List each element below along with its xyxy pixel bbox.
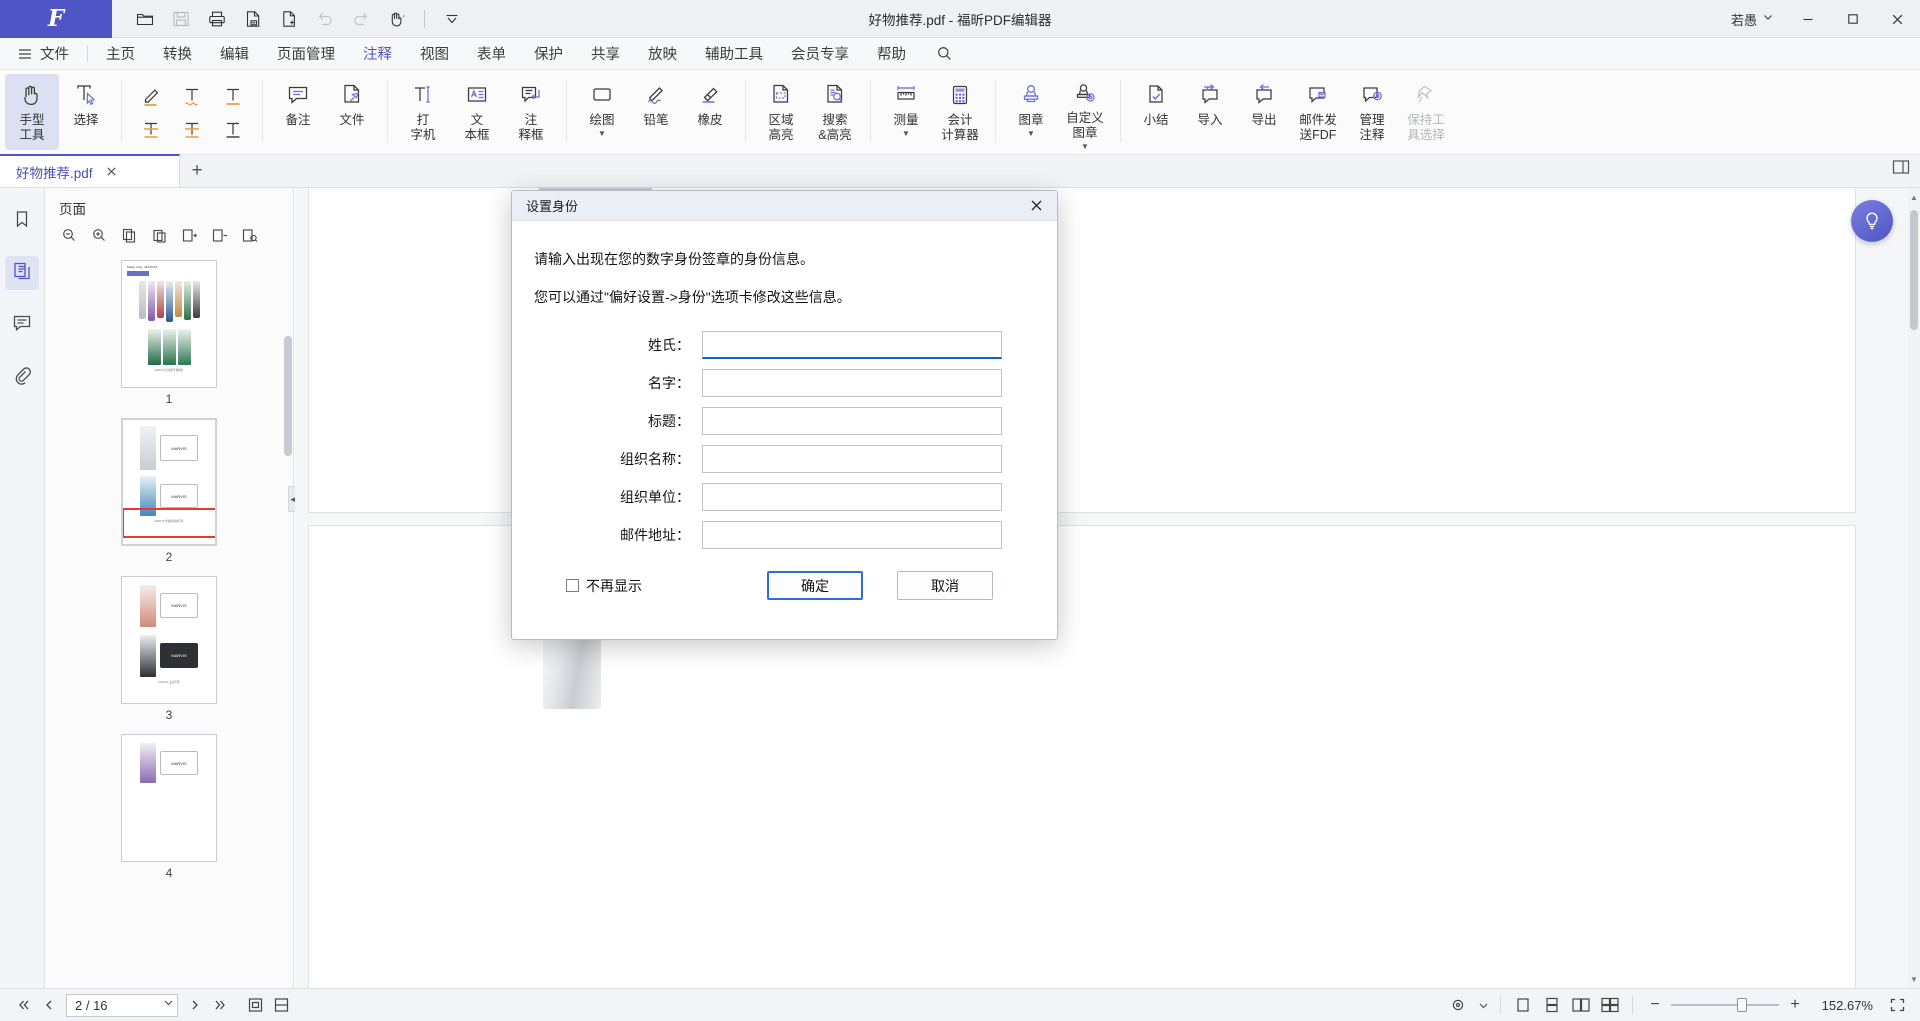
dont-show-again-checkbox[interactable]: 不再显示 xyxy=(566,576,642,596)
status-divider xyxy=(1500,996,1501,1014)
input-lastname[interactable] xyxy=(702,331,1002,359)
dialog-title: 设置身份 xyxy=(526,199,579,214)
form-row-email: 邮件地址： xyxy=(534,521,1031,549)
dialog-title-bar: 设置身份 xyxy=(512,191,1057,221)
input-firstname[interactable] xyxy=(702,369,1002,397)
first-page-icon[interactable] xyxy=(10,992,36,1018)
label-lastname: 姓氏： xyxy=(648,337,690,353)
zoom-out-button[interactable]: − xyxy=(1642,992,1668,1018)
zoom-level-value[interactable]: 152.67% xyxy=(1811,998,1873,1013)
label-org-unit: 组织单位： xyxy=(620,489,690,505)
facing-continuous-icon[interactable] xyxy=(1597,992,1623,1018)
input-org-name[interactable] xyxy=(702,445,1002,473)
page-dropdown-icon[interactable] xyxy=(162,996,175,1014)
fit-width-icon[interactable] xyxy=(268,992,294,1018)
fullscreen-icon[interactable] xyxy=(1884,992,1910,1018)
page-number-value: 2 / 16 xyxy=(75,997,108,1013)
zoom-slider[interactable] xyxy=(1671,997,1779,1013)
ok-button[interactable]: 确定 xyxy=(767,571,863,600)
form-row-title: 标题： xyxy=(534,407,1031,435)
modal-overlay: 设置身份 请输入出现在您的数字身份签章的身份信息。 您可以通过"偏好设置->身份… xyxy=(0,0,1920,1021)
form-row-lastname: 姓氏： xyxy=(534,331,1031,359)
continuous-page-icon[interactable] xyxy=(1539,992,1565,1018)
dialog-buttons: 确定 取消 xyxy=(767,571,1005,600)
next-page-icon[interactable] xyxy=(182,992,208,1018)
form-row-org-unit: 组织单位： xyxy=(534,483,1031,511)
zoom-slider-knob[interactable] xyxy=(1737,998,1747,1012)
rotate-view-icon[interactable] xyxy=(1446,992,1472,1018)
label-email: 邮件地址： xyxy=(620,527,690,543)
prev-page-icon[interactable] xyxy=(36,992,62,1018)
close-icon[interactable] xyxy=(1021,194,1051,218)
form-row-firstname: 名字： xyxy=(534,369,1031,397)
label-title: 标题： xyxy=(648,413,690,429)
single-page-icon[interactable] xyxy=(1510,992,1536,1018)
input-title[interactable] xyxy=(702,407,1002,435)
rotate-dropdown-icon[interactable] xyxy=(1475,992,1491,1018)
status-divider xyxy=(1632,996,1633,1014)
dialog-paragraph-2: 您可以通过"偏好设置->身份"选项卡修改这些信息。 xyxy=(534,289,851,305)
dialog-footer: 不再显示 确定 取消 xyxy=(534,559,1031,600)
checkbox-box[interactable] xyxy=(566,579,579,592)
label-org-name: 组织名称： xyxy=(620,451,690,467)
input-org-unit[interactable] xyxy=(702,483,1002,511)
fit-page-icon[interactable] xyxy=(242,992,268,1018)
form-row-org-name: 组织名称： xyxy=(534,445,1031,473)
facing-page-icon[interactable] xyxy=(1568,992,1594,1018)
dialog-body: 请输入出现在您的数字身份签章的身份信息。 您可以通过"偏好设置->身份"选项卡修… xyxy=(512,221,1057,639)
page-number-box[interactable]: 2 / 16 xyxy=(66,993,178,1017)
input-email[interactable] xyxy=(702,521,1002,549)
set-identity-dialog: 设置身份 请输入出现在您的数字身份签章的身份信息。 您可以通过"偏好设置->身份… xyxy=(511,190,1058,640)
status-bar: 2 / 16 − + 152.67% xyxy=(0,988,1920,1021)
label-firstname: 名字： xyxy=(648,375,690,391)
cancel-button[interactable]: 取消 xyxy=(897,571,993,600)
zoom-slider-track xyxy=(1671,1004,1779,1006)
dialog-paragraph-1: 请输入出现在您的数字身份签章的身份信息。 xyxy=(534,251,814,267)
last-page-icon[interactable] xyxy=(208,992,234,1018)
zoom-in-button[interactable]: + xyxy=(1782,992,1808,1018)
checkbox-label: 不再显示 xyxy=(586,577,642,594)
status-bar-right: − + 152.67% xyxy=(1446,992,1920,1018)
